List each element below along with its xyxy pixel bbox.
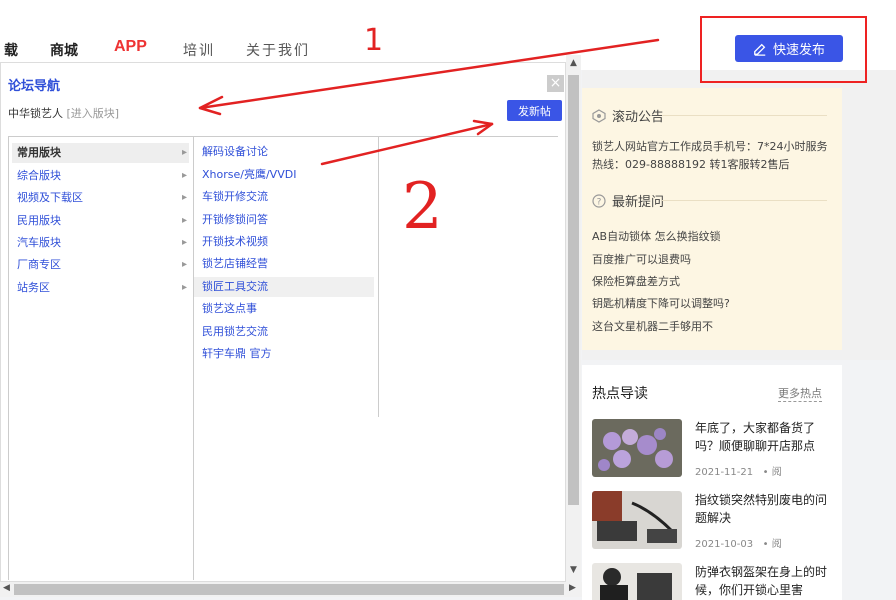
question-item[interactable]: 这台文星机器二手够用不: [592, 318, 713, 334]
category-item[interactable]: 常用版块 ▸: [12, 143, 189, 163]
hot-reads-title: 热点导读: [592, 386, 648, 402]
chevron-right-icon: ▸: [181, 259, 187, 270]
notice-panel: 滚动公告 锁艺人网站官方工作成员手机号：7*24小时服务热线：029-88888…: [582, 88, 842, 350]
question-item[interactable]: AB自动锁体 怎么换指纹锁: [592, 228, 721, 244]
horizontal-scrollbar[interactable]: ◀ ▶: [0, 582, 582, 597]
annotation-highlight-box: [700, 16, 867, 83]
article-title[interactable]: 防弹衣钢盔架在身上的时候，你们开锁心里害: [695, 563, 835, 599]
category-item[interactable]: 厂商专区 ▸: [12, 255, 189, 275]
article-meta: 2021-10-03 • 阅: [695, 539, 782, 550]
nav-item-about[interactable]: 关于我们: [246, 40, 310, 60]
scroll-right-icon[interactable]: ▶: [569, 583, 576, 593]
questions-title: ? 最新提问: [592, 191, 664, 210]
article-thumbnail: [592, 419, 682, 477]
question-item[interactable]: 钥匙机精度下降可以调整吗?: [592, 295, 730, 311]
subforum-item[interactable]: 锁匠工具交流: [194, 277, 374, 297]
question-icon: ?: [592, 193, 606, 208]
question-item[interactable]: 百度推广可以退费吗: [592, 251, 691, 267]
new-post-button[interactable]: 发新帖: [507, 100, 562, 121]
nav-item-training[interactable]: 培训: [183, 40, 215, 60]
hot-reads-panel: 热点导读 更多热点 年底了，大家都备货了吗？顺便聊聊开店那点 2021-11-2…: [582, 365, 842, 600]
announcement-icon: [592, 108, 606, 123]
subforum-item[interactable]: 解码设备讨论: [194, 142, 374, 162]
article-title[interactable]: 年底了，大家都备货了吗？顺便聊聊开店那点: [695, 419, 835, 455]
article-title[interactable]: 指纹锁突然特别废电的问题解决: [695, 491, 835, 527]
close-icon[interactable]: ×: [547, 75, 564, 92]
nav-item-mall[interactable]: 商城: [50, 40, 78, 60]
scroll-up-icon[interactable]: ▲: [566, 58, 581, 68]
chevron-right-icon: ▸: [181, 147, 187, 158]
subforum-item[interactable]: 轩宇车鼎 官方: [194, 344, 374, 364]
dialog-title: 论坛导航: [8, 79, 61, 94]
chevron-right-icon: ▸: [181, 237, 187, 248]
scroll-left-icon[interactable]: ◀: [3, 583, 10, 593]
subforum-item[interactable]: 开锁修锁问答: [194, 210, 374, 230]
notice-text: 锁艺人网站官方工作成员手机号：7*24小时服务热线：029-88888192 转…: [592, 140, 828, 171]
chevron-right-icon: ▸: [181, 215, 187, 226]
more-hot-link[interactable]: 更多热点: [778, 385, 822, 402]
article-item[interactable]: 指纹锁突然特别废电的问题解决 2021-10-03 • 阅: [592, 491, 837, 553]
subforum-item[interactable]: 车锁开修交流: [194, 187, 374, 207]
subforum-item[interactable]: 民用锁艺交流: [194, 322, 374, 342]
svg-text:?: ?: [597, 197, 602, 207]
subforum-item[interactable]: 锁艺这点事: [194, 299, 374, 319]
notice-title: 滚动公告: [592, 106, 664, 125]
scroll-down-icon[interactable]: ▼: [566, 565, 581, 575]
vertical-scrollbar[interactable]: ▲ ▼: [566, 55, 581, 582]
category-item[interactable]: 综合版块 ▸: [12, 166, 189, 186]
scrollbar-thumb[interactable]: [14, 584, 564, 595]
chevron-right-icon: ▸: [181, 192, 187, 203]
article-thumbnail: [592, 491, 682, 549]
chevron-right-icon: ▸: [181, 170, 187, 181]
nav-item-download[interactable]: 载: [4, 40, 18, 60]
category-item[interactable]: 站务区 ▸: [12, 278, 189, 298]
category-item[interactable]: 民用版块 ▸: [12, 211, 189, 231]
nav-item-app[interactable]: APP: [114, 38, 147, 56]
divider: [662, 115, 827, 116]
forum-nav-dialog: 论坛导航 × 中华锁艺人 [进入版块] 发新帖 常用版块 ▸ 综合版块 ▸ 视频及下…: [0, 62, 566, 582]
article-thumbnail: [592, 563, 682, 600]
enter-forum-link[interactable]: [进入版块]: [67, 107, 120, 120]
article-item[interactable]: 防弹衣钢盔架在身上的时候，你们开锁心里害: [592, 563, 837, 600]
forum-name: 中华锁艺人 [进入版块]: [8, 107, 120, 120]
subforum-item[interactable]: 开锁技术视频: [194, 232, 374, 252]
category-item[interactable]: 视频及下载区 ▸: [12, 188, 189, 208]
subforum-item[interactable]: 锁艺店铺经营: [194, 254, 374, 274]
subforum-item[interactable]: Xhorse/亮鹰/VVDI: [194, 165, 374, 185]
question-item[interactable]: 保险柜算盘差方式: [592, 273, 680, 289]
scrollbar-thumb[interactable]: [568, 75, 579, 505]
chevron-right-icon: ▸: [181, 282, 187, 293]
article-item[interactable]: 年底了，大家都备货了吗？顺便聊聊开店那点 2021-11-21 • 阅: [592, 419, 837, 481]
divider: [662, 200, 827, 201]
category-item[interactable]: 汽车版块 ▸: [12, 233, 189, 253]
article-meta: 2021-11-21 • 阅: [695, 467, 782, 478]
